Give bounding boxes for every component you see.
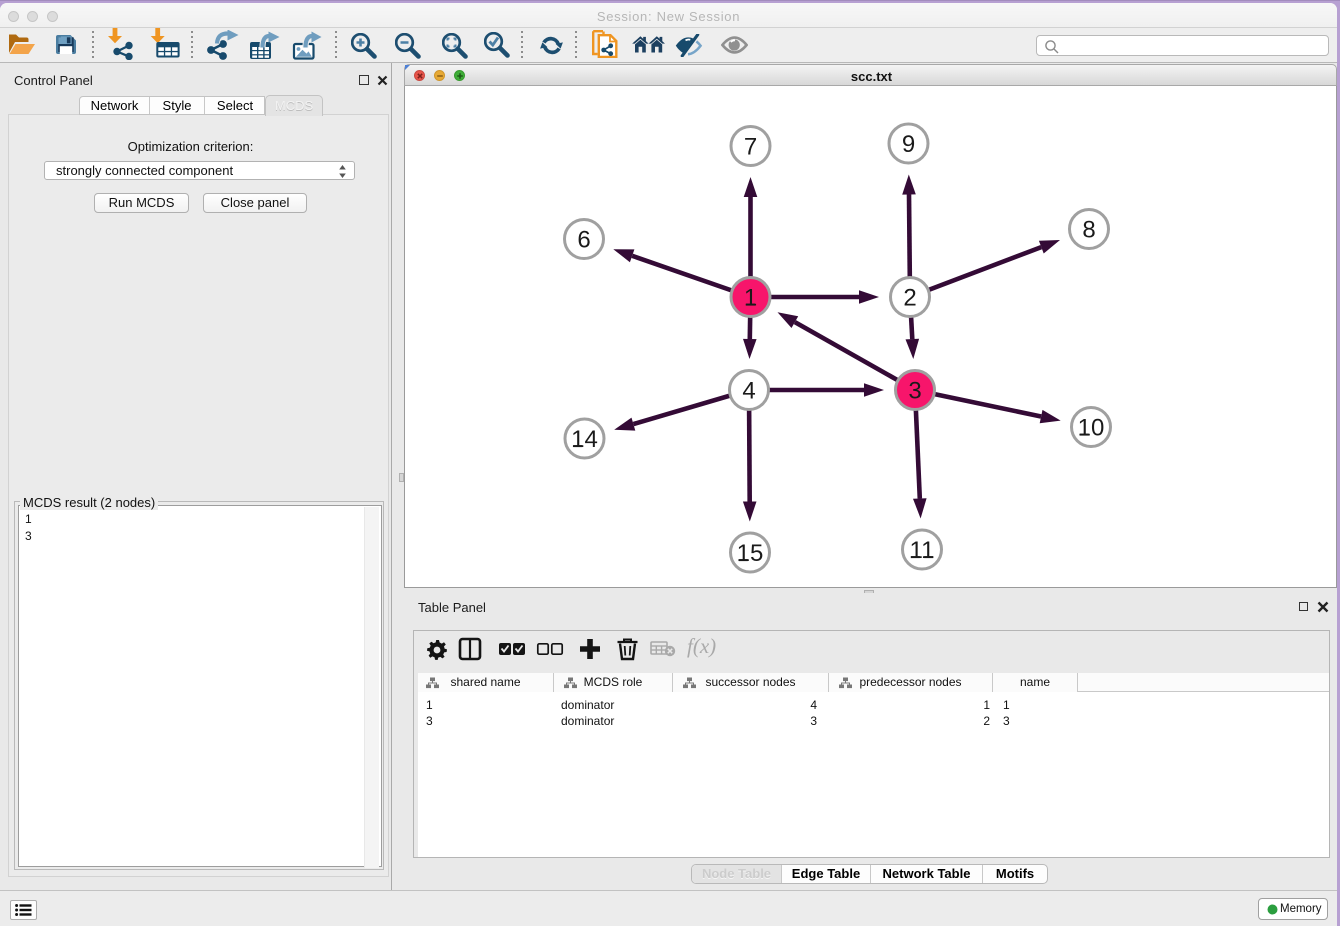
svg-text:3: 3 <box>908 378 921 405</box>
svg-text:7: 7 <box>744 134 757 161</box>
svg-text:11: 11 <box>910 537 935 564</box>
svg-text:9: 9 <box>902 131 915 158</box>
svg-text:1: 1 <box>744 285 757 312</box>
svg-text:15: 15 <box>737 540 764 567</box>
svg-text:6: 6 <box>577 227 590 254</box>
svg-text:14: 14 <box>571 426 598 453</box>
svg-text:4: 4 <box>742 378 755 405</box>
svg-text:8: 8 <box>1082 217 1095 244</box>
svg-text:10: 10 <box>1078 415 1105 442</box>
svg-text:2: 2 <box>903 285 916 312</box>
